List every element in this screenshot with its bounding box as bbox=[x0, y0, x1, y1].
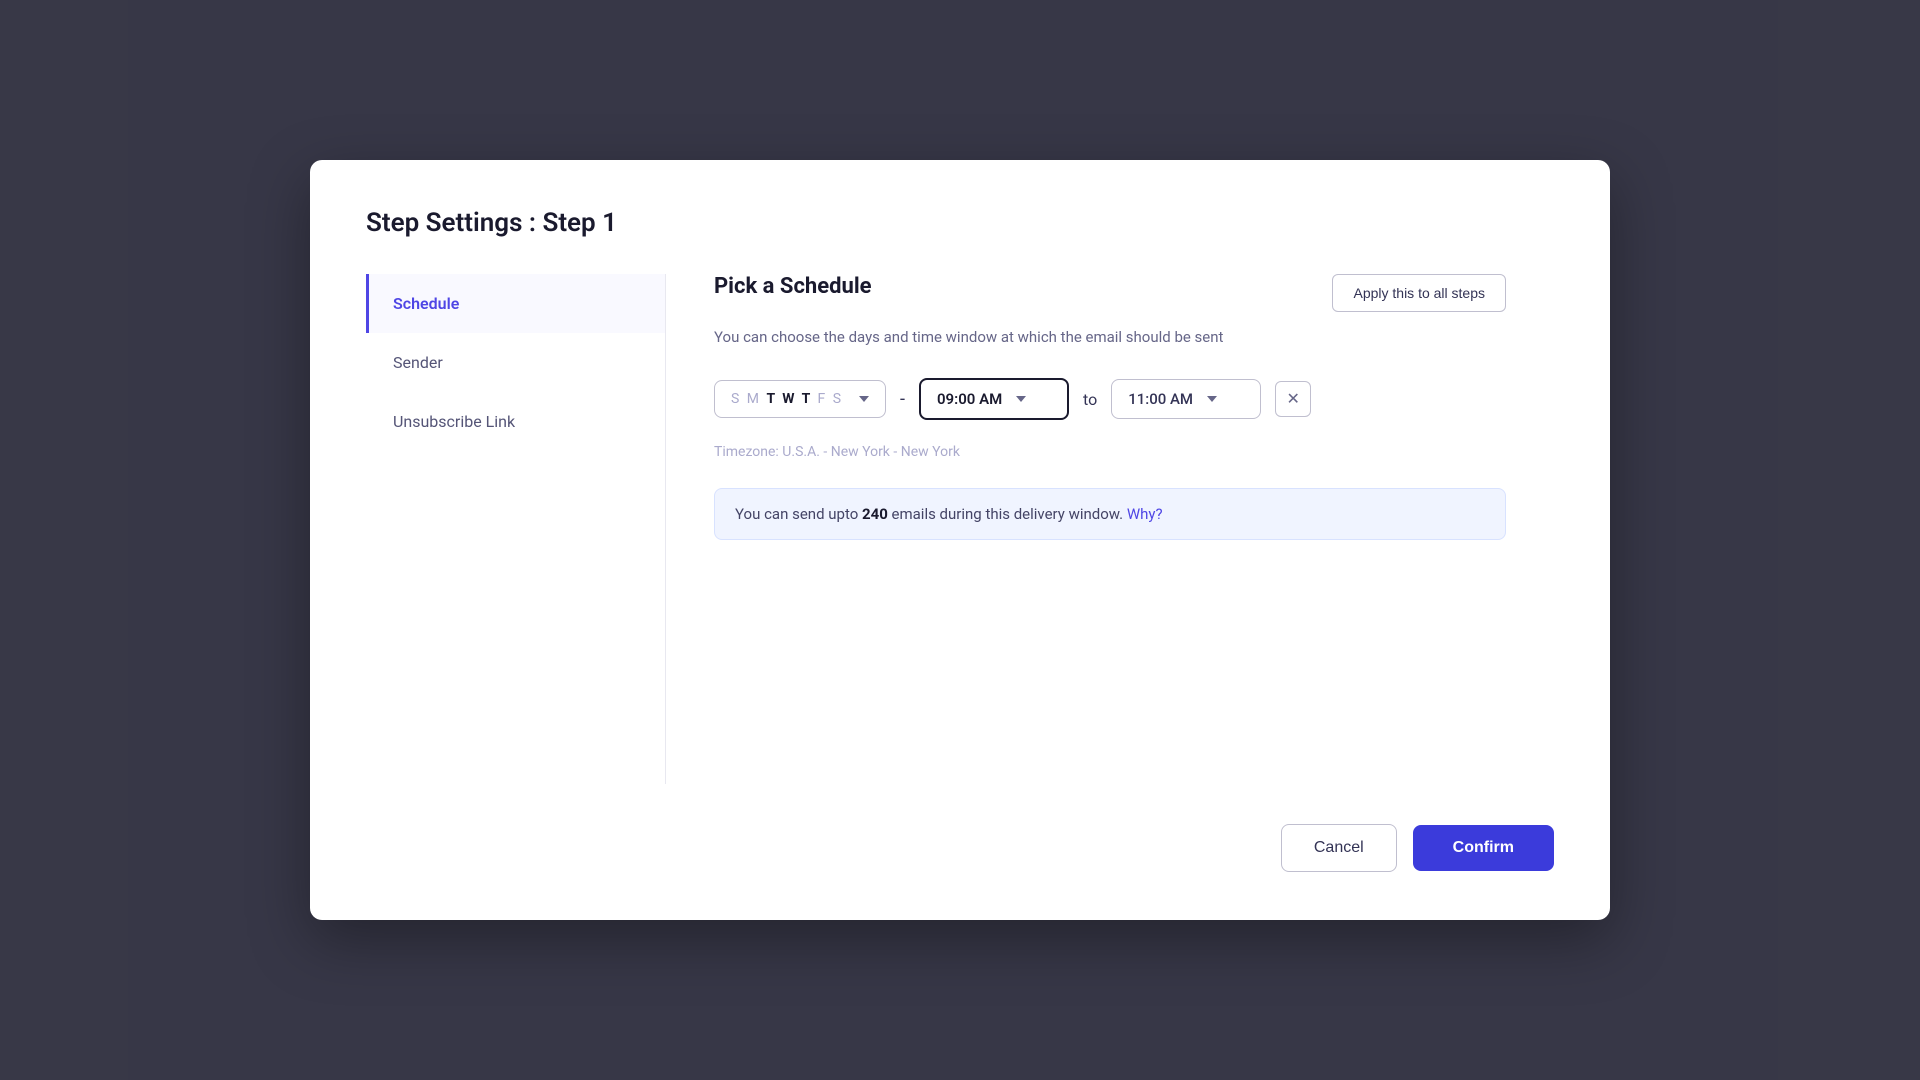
days-selector[interactable]: S M T W T F S bbox=[714, 380, 886, 418]
timezone-display: Timezone: U.S.A. - New York - New York bbox=[714, 444, 1506, 460]
to-label: to bbox=[1083, 390, 1097, 409]
start-time-chevron-icon bbox=[1016, 396, 1026, 402]
cancel-button[interactable]: Cancel bbox=[1281, 824, 1397, 872]
apply-all-button[interactable]: Apply this to all steps bbox=[1332, 274, 1506, 312]
sidebar-item-unsubscribe-link[interactable]: Unsubscribe Link bbox=[366, 392, 665, 451]
section-description: You can choose the days and time window … bbox=[714, 328, 1506, 346]
time-separator: - bbox=[900, 389, 905, 410]
modal-body: Schedule Sender Unsubscribe Link Pick a … bbox=[366, 274, 1554, 784]
schedule-row: S M T W T F S - 09:00 AM to 11:00 AM bbox=[714, 378, 1506, 420]
start-time-value: 09:00 AM bbox=[937, 390, 1002, 408]
end-time-selector[interactable]: 11:00 AM bbox=[1111, 379, 1261, 419]
info-suffix: emails during this delivery window. bbox=[888, 505, 1123, 523]
sidebar-item-sender[interactable]: Sender bbox=[366, 333, 665, 392]
days-display: S M T W T F S bbox=[731, 391, 843, 407]
info-prefix: You can send upto bbox=[735, 505, 862, 523]
days-chevron-icon bbox=[859, 396, 869, 402]
sidebar: Schedule Sender Unsubscribe Link bbox=[366, 274, 666, 784]
end-time-value: 11:00 AM bbox=[1128, 390, 1193, 408]
why-link[interactable]: Why? bbox=[1127, 505, 1163, 523]
confirm-button[interactable]: Confirm bbox=[1413, 825, 1554, 871]
modal-title: Step Settings : Step 1 bbox=[366, 208, 1554, 238]
delivery-info-box: You can send upto 240 emails during this… bbox=[714, 488, 1506, 540]
email-count: 240 bbox=[862, 505, 888, 523]
end-time-chevron-icon bbox=[1207, 396, 1217, 402]
modal-footer: Cancel Confirm bbox=[366, 824, 1554, 872]
sidebar-item-schedule[interactable]: Schedule bbox=[366, 274, 665, 333]
content-header: Pick a Schedule Apply this to all steps bbox=[714, 274, 1506, 312]
remove-time-range-button[interactable]: ✕ bbox=[1275, 381, 1311, 417]
schedule-content: Pick a Schedule Apply this to all steps … bbox=[666, 274, 1554, 784]
step-settings-modal: Step Settings : Step 1 Schedule Sender U… bbox=[310, 160, 1610, 920]
start-time-selector[interactable]: 09:00 AM bbox=[919, 378, 1069, 420]
section-title: Pick a Schedule bbox=[714, 274, 872, 299]
close-icon: ✕ bbox=[1286, 389, 1299, 409]
